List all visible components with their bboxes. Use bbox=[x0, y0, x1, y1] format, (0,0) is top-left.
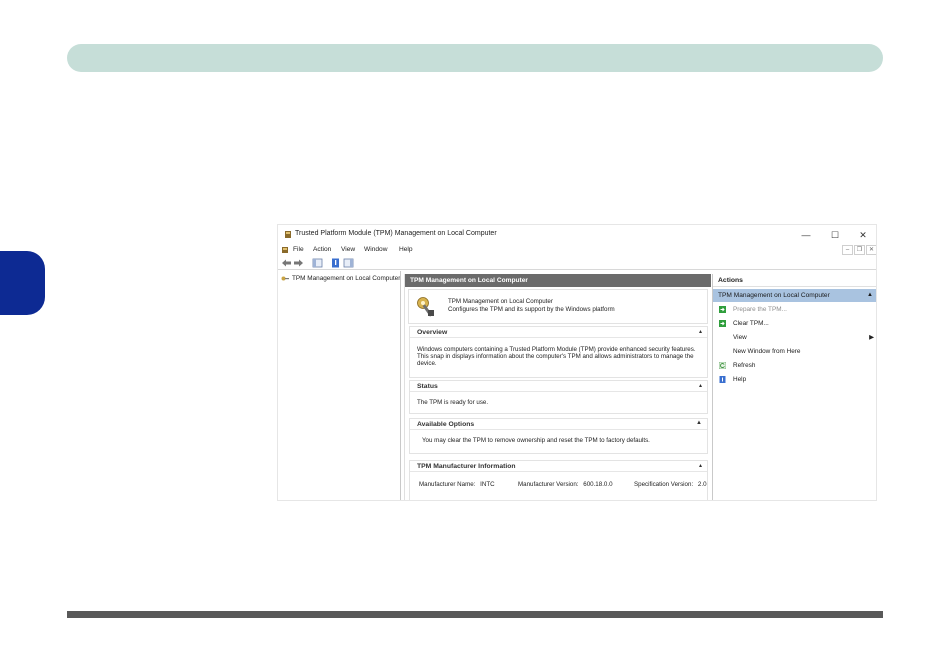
intro-description: Configures the TPM and its support by th… bbox=[448, 306, 615, 313]
overview-collapse-icon[interactable]: ▴ bbox=[699, 328, 702, 335]
available-options-header[interactable]: Available Options ▲ bbox=[410, 419, 707, 430]
actions-group-collapse-icon[interactable]: ▲ bbox=[867, 289, 873, 302]
overview-section: Overview ▴ Windows computers containing … bbox=[409, 326, 708, 378]
page-header-bar bbox=[67, 44, 883, 72]
tpm-manufacturer-header[interactable]: TPM Manufacturer Information ▴ bbox=[410, 461, 707, 472]
close-button[interactable]: ✕ bbox=[853, 228, 873, 242]
menu-window[interactable]: Window bbox=[364, 246, 387, 253]
action-view[interactable]: View ▶ bbox=[716, 332, 876, 344]
snapin-intro: TPM Management on Local Computer Configu… bbox=[408, 289, 708, 324]
action-label: Clear TPM... bbox=[733, 320, 769, 327]
menu-bar: File Action View Window Help – ❐ ✕ bbox=[278, 244, 876, 256]
intro-title: TPM Management on Local Computer bbox=[448, 298, 553, 305]
action-label: Refresh bbox=[733, 362, 756, 369]
tpm-management-window: Trusted Platform Module (TPM) Management… bbox=[277, 224, 877, 501]
actions-header: Actions bbox=[713, 274, 876, 287]
status-title: Status bbox=[417, 383, 438, 390]
console-icon bbox=[282, 247, 288, 253]
window-title: Trusted Platform Module (TPM) Management… bbox=[295, 230, 497, 237]
center-pane: TPM Management on Local Computer TPM Man… bbox=[404, 274, 711, 500]
page-footer-rule bbox=[67, 611, 883, 618]
menu-view[interactable]: View bbox=[341, 246, 355, 253]
manufacturer-name-row: Manufacturer Name: INTC bbox=[419, 481, 495, 488]
status-text: The TPM is ready for use. bbox=[417, 399, 489, 406]
title-bar: Trusted Platform Module (TPM) Management… bbox=[278, 225, 876, 244]
action-label: New Window from Here bbox=[733, 348, 801, 355]
specification-version-label: Specification Version: bbox=[634, 481, 694, 488]
actions-group-header[interactable]: TPM Management on Local Computer ▲ bbox=[713, 289, 876, 302]
action-prepare-tpm[interactable]: Prepare the TPM... bbox=[716, 304, 876, 316]
overview-line: This snap in displays information about … bbox=[417, 353, 694, 360]
action-label: Help bbox=[733, 376, 747, 383]
action-new-window[interactable]: New Window from Here bbox=[716, 346, 876, 358]
available-options-title: Available Options bbox=[417, 421, 475, 428]
center-pane-header: TPM Management on Local Computer bbox=[405, 274, 711, 287]
manufacturer-version-label: Manufacturer Version: bbox=[518, 481, 579, 488]
overview-line: Windows computers containing a Trusted P… bbox=[417, 346, 696, 353]
action-label: Prepare the TPM... bbox=[733, 306, 787, 313]
action-help[interactable]: Help bbox=[716, 374, 876, 386]
overview-header[interactable]: Overview ▴ bbox=[410, 327, 707, 338]
status-header[interactable]: Status ▴ bbox=[410, 381, 707, 392]
available-options-section: Available Options ▲ You may clear the TP… bbox=[409, 418, 708, 454]
tree-item-label: TPM Management on Local Computer bbox=[292, 275, 401, 282]
specification-version-row: Specification Version: 2.0 bbox=[634, 481, 707, 488]
specification-version-value: 2.0 bbox=[697, 481, 707, 488]
forward-arrow-icon[interactable] bbox=[293, 258, 304, 268]
mdi-close-button[interactable]: ✕ bbox=[866, 245, 876, 255]
show-hide-action-pane-icon[interactable] bbox=[343, 258, 354, 268]
overview-text: Windows computers containing a Trusted P… bbox=[417, 346, 696, 367]
menu-action[interactable]: Action bbox=[313, 246, 331, 253]
status-collapse-icon[interactable]: ▴ bbox=[699, 382, 702, 389]
overview-title: Overview bbox=[417, 329, 448, 336]
tpm-key-icon bbox=[281, 276, 289, 281]
minimize-button[interactable]: — bbox=[796, 228, 816, 242]
action-label: View bbox=[733, 334, 747, 341]
tpm-manufacturer-section: TPM Manufacturer Information ▴ Manufactu… bbox=[409, 460, 708, 500]
manufacturer-name-value: INTC bbox=[480, 481, 495, 488]
manufacturer-version-row: Manufacturer Version: 600.18.0.0 bbox=[518, 481, 625, 488]
back-arrow-icon[interactable] bbox=[281, 258, 292, 268]
available-options-collapse-icon[interactable]: ▲ bbox=[696, 420, 702, 426]
status-section: Status ▴ The TPM is ready for use. bbox=[409, 380, 708, 414]
tpm-manufacturer-title: TPM Manufacturer Information bbox=[417, 463, 516, 470]
green-arrow-icon bbox=[719, 306, 726, 313]
overview-line: device. bbox=[417, 360, 437, 367]
tpm-app-icon bbox=[285, 231, 291, 238]
mdi-restore-button[interactable]: ❐ bbox=[854, 245, 865, 255]
tpm-manufacturer-collapse-icon[interactable]: ▴ bbox=[699, 462, 702, 469]
tree-item-tpm-management[interactable]: TPM Management on Local Computer bbox=[281, 275, 401, 285]
tpm-chip-key-icon bbox=[417, 297, 434, 317]
actions-pane: Actions TPM Management on Local Computer… bbox=[712, 274, 876, 500]
refresh-icon bbox=[719, 362, 726, 369]
mdi-minimize-button[interactable]: – bbox=[842, 245, 853, 255]
help-icon bbox=[719, 376, 726, 383]
action-refresh[interactable]: Refresh bbox=[716, 360, 876, 372]
show-hide-console-tree-icon[interactable] bbox=[312, 258, 323, 268]
manufacturer-name-label: Manufacturer Name: bbox=[419, 481, 476, 488]
console-tree: TPM Management on Local Computer bbox=[278, 271, 401, 500]
chapter-side-tab bbox=[0, 251, 45, 315]
submenu-arrow-icon: ▶ bbox=[869, 334, 874, 341]
actions-group-label: TPM Management on Local Computer bbox=[718, 292, 830, 299]
green-arrow-icon bbox=[719, 320, 726, 327]
maximize-button[interactable]: ☐ bbox=[825, 228, 845, 242]
menu-file[interactable]: File bbox=[293, 246, 304, 253]
toolbar bbox=[278, 256, 876, 270]
help-toolbar-icon[interactable] bbox=[330, 258, 341, 268]
manufacturer-version-value: 600.18.0.0 bbox=[583, 481, 613, 488]
action-clear-tpm[interactable]: Clear TPM... bbox=[716, 318, 876, 330]
menu-help[interactable]: Help bbox=[399, 246, 413, 253]
available-options-text: You may clear the TPM to remove ownershi… bbox=[422, 437, 650, 444]
